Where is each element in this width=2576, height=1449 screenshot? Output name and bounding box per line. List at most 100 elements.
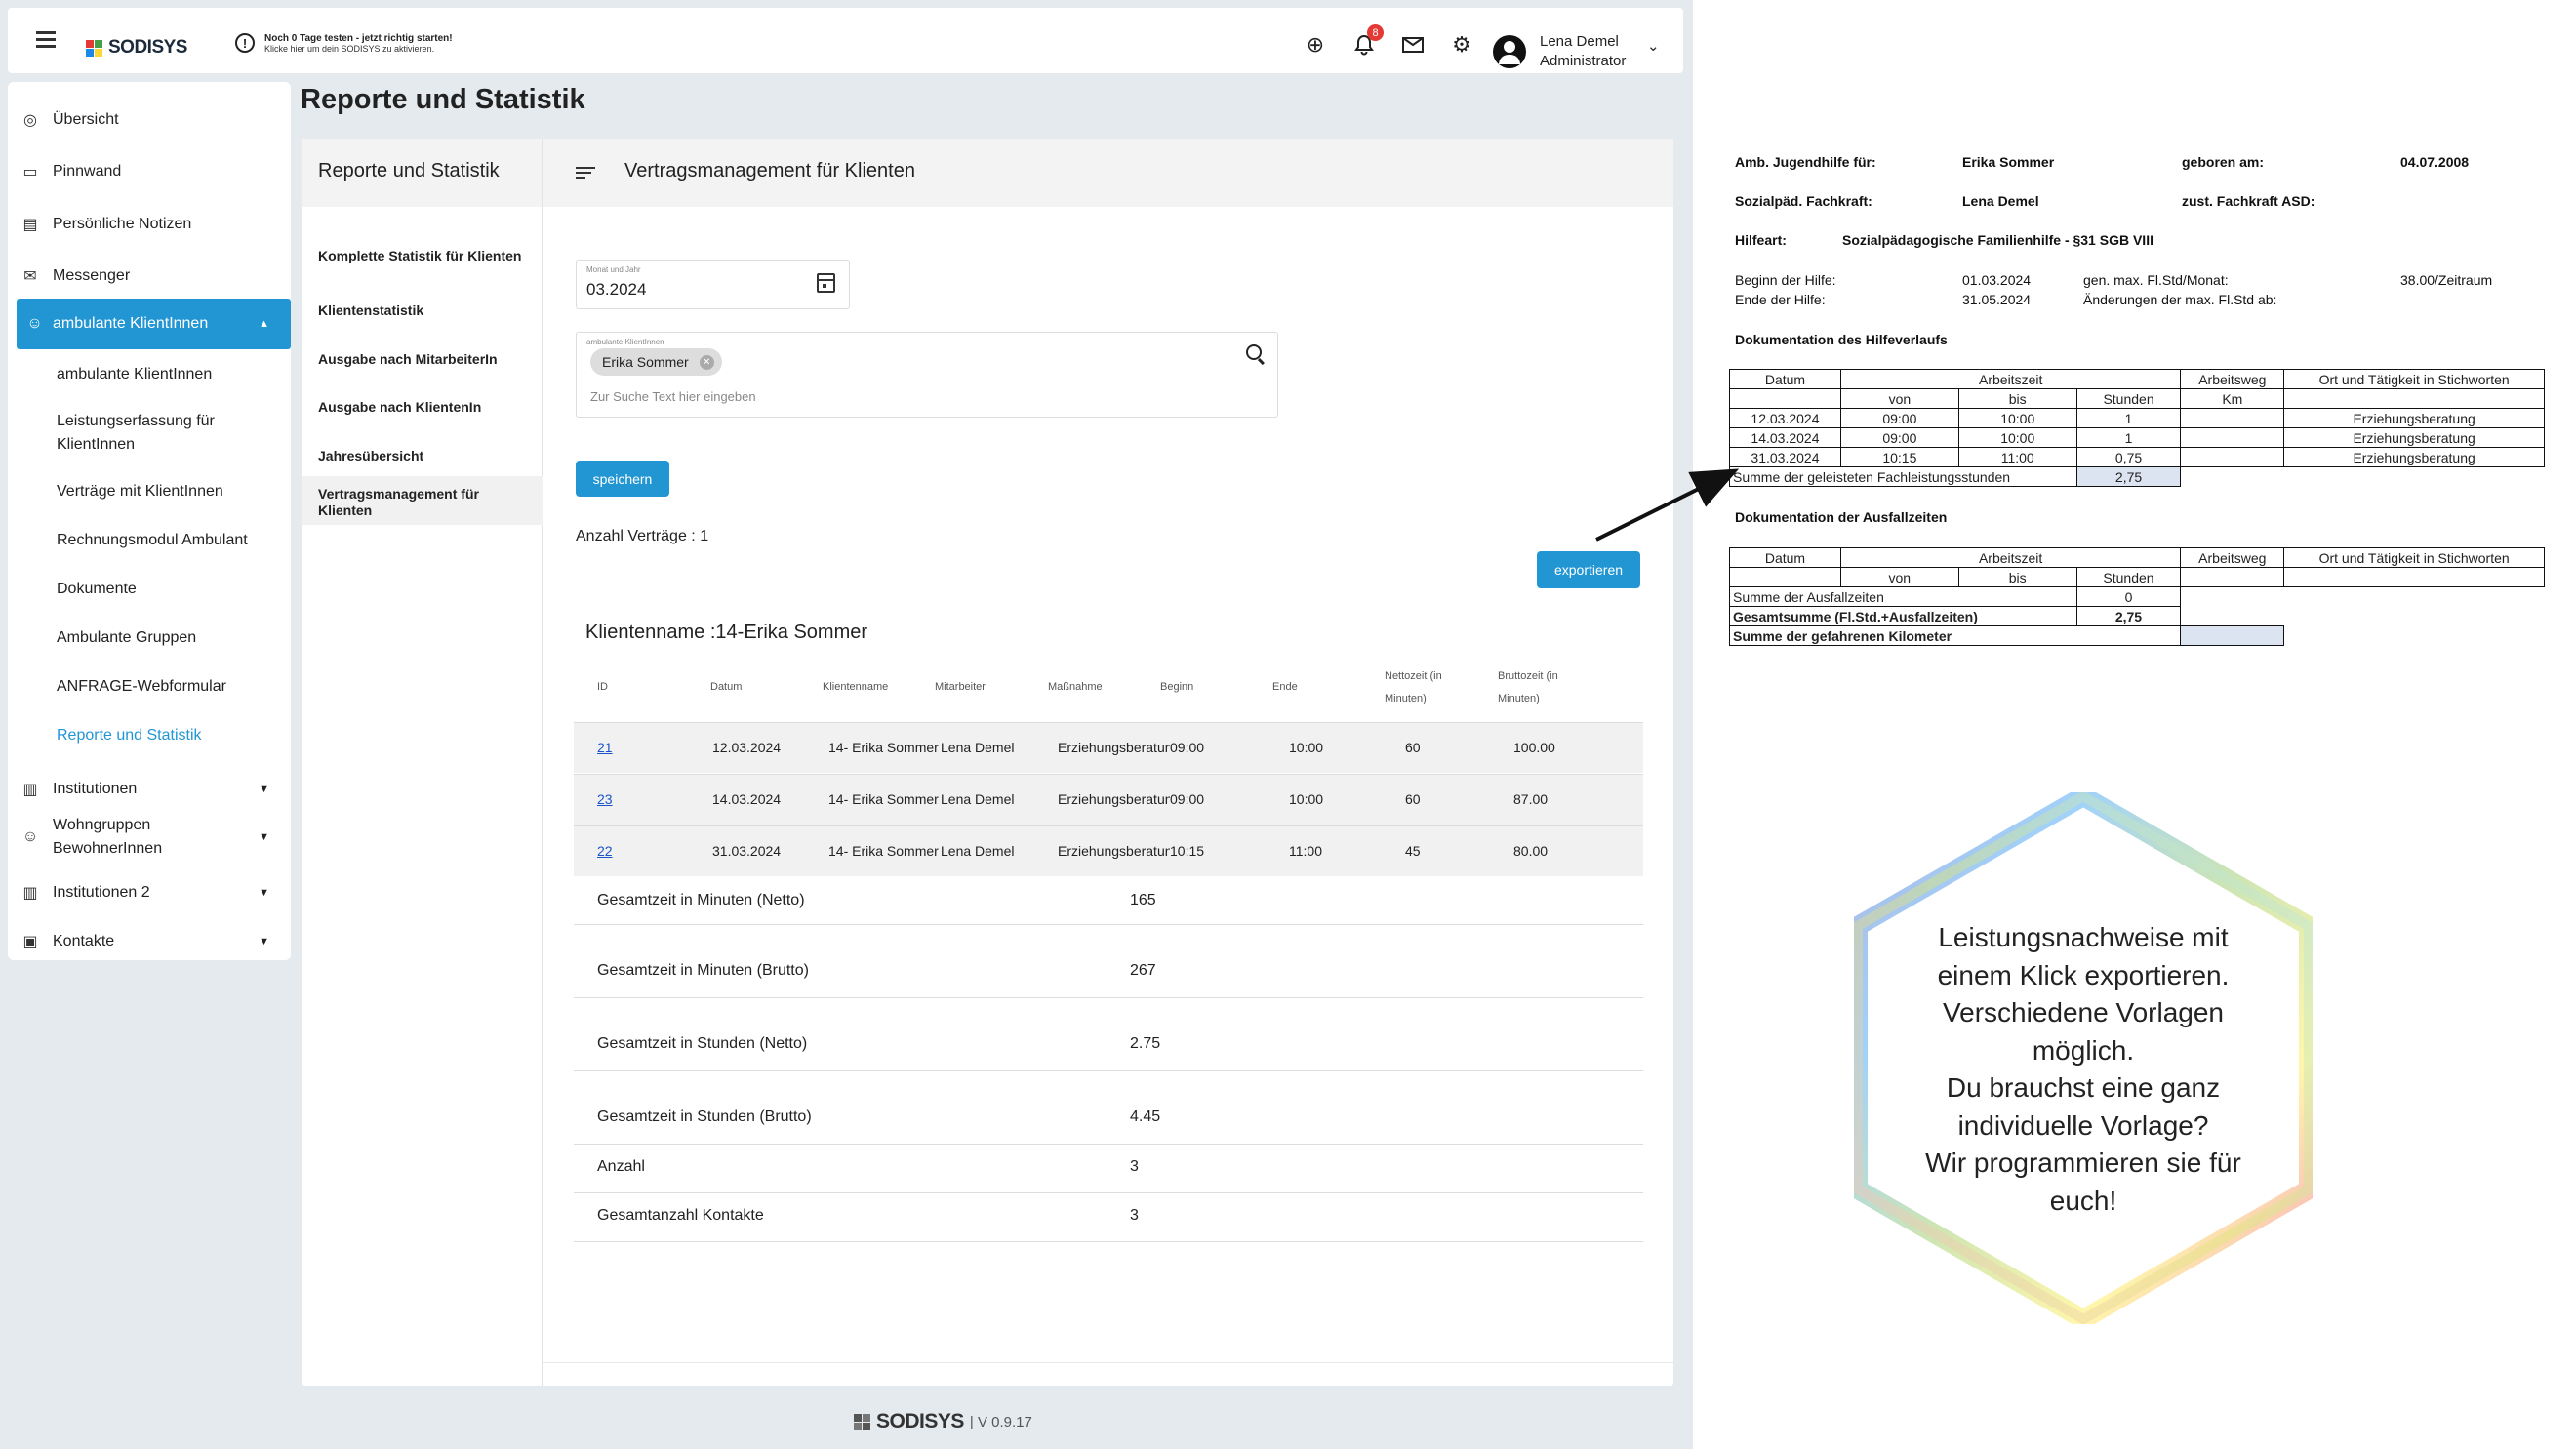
cell-gross: 87.00 xyxy=(1513,791,1549,807)
doc-sum-value: 2,75 xyxy=(2075,606,2182,626)
summary-row: Gesamtzeit in Stunden (Brutto) 4.45 xyxy=(574,1071,1643,1145)
sidebar-item-kontakte[interactable]: ▣ Kontakte ▼ xyxy=(8,927,291,956)
doc-sum-row: Summe der gefahrenen Kilometer xyxy=(1728,625,2545,646)
chevron-down-icon: ▼ xyxy=(259,784,269,795)
sidebar-sub-rechnungsmodul[interactable]: Rechnungsmodul Ambulant xyxy=(57,529,281,552)
sidebar-item-label: Wohngruppen BewohnerInnen xyxy=(53,817,163,857)
gear-icon[interactable]: ⚙ xyxy=(1450,32,1473,57)
smiley-icon: ☺ xyxy=(21,828,39,845)
doc-cell: Erziehungsberatung xyxy=(2283,427,2545,448)
search-icon[interactable] xyxy=(1246,344,1262,360)
export-button[interactable]: exportieren xyxy=(1537,551,1640,588)
contract-id-link[interactable]: 23 xyxy=(597,791,613,807)
doc-header: Arbeitsweg xyxy=(2180,369,2285,389)
doc-cell: 10:15 xyxy=(1839,447,1959,467)
doc-value: Erika Sommer xyxy=(1962,154,2055,170)
top-bar: SODISYS ! Noch 0 Tage testen - jetzt ric… xyxy=(8,8,1683,73)
doc-header: bis xyxy=(1957,388,2077,409)
sidebar-sub-leistungserfassung[interactable]: Leistungserfassung für KlientInnen xyxy=(57,410,281,457)
doc-hilfeverlauf-table: Datum Arbeitszeit Arbeitsweg Ort und Tät… xyxy=(1729,369,2545,487)
sidebar-item-institutionen[interactable]: ▥ Institutionen ▼ xyxy=(8,775,291,804)
client-chip[interactable]: Erika Sommer ✕ xyxy=(590,348,722,376)
chevron-down-icon[interactable]: ⌄ xyxy=(1647,37,1660,55)
cell-net: 45 xyxy=(1405,843,1421,859)
column-header: Ende xyxy=(1272,681,1298,693)
column-header: Datum xyxy=(710,681,743,693)
sidebar-item-label: Pinnwand xyxy=(53,163,122,180)
month-year-field[interactable]: Monat und Jahr 03.2024 xyxy=(576,260,850,309)
doc-label: Änderungen der max. Fl.Std ab: xyxy=(2083,292,2277,307)
doc-row: 12.03.2024 09:00 10:00 1 Erziehungsberat… xyxy=(1729,408,2545,428)
cell-employee: Lena Demel xyxy=(941,791,1015,807)
report-link-klientenstatistik[interactable]: Klientenstatistik xyxy=(318,302,533,319)
doc-cell: 10:00 xyxy=(1957,408,2077,428)
doc-sum-label: Gesamtsumme (Fl.Std.+Ausfallzeiten) xyxy=(1729,606,2077,626)
cell-client: 14- Erika Sommer xyxy=(828,791,939,807)
promo-line: Wir programmieren sie für xyxy=(1925,1147,2241,1178)
doc-header: Ort und Tätigkeit in Stichworten xyxy=(2283,547,2545,568)
sidebar-sub-ambulante-gruppen[interactable]: Ambulante Gruppen xyxy=(57,626,281,650)
sidebar-item-wohngruppen[interactable]: ☺ Wohngruppen BewohnerInnen ▼ xyxy=(8,814,291,861)
sidebar-sub-anfrage-webformular[interactable]: ANFRAGE-Webformular xyxy=(57,675,281,699)
report-link-komplette-statistik[interactable]: Komplette Statistik für Klienten xyxy=(318,248,533,264)
cell-end: 11:00 xyxy=(1289,843,1322,859)
mail-icon[interactable] xyxy=(1401,33,1425,57)
sidebar-item-ambulante-klientinnen[interactable]: ☺ ambulante KlientInnen ▲ xyxy=(17,299,291,349)
footer-version: | V 0.9.17 xyxy=(969,1413,1032,1430)
user-info[interactable]: Lena Demel Administrator xyxy=(1540,32,1626,71)
summary-label: Gesamtanzahl Kontakte xyxy=(597,1207,764,1224)
report-link-klientenin[interactable]: Ausgabe nach KlientenIn xyxy=(318,399,533,416)
trial-notice[interactable]: ! Noch 0 Tage testen - jetzt richtig sta… xyxy=(235,33,453,54)
add-circle-icon[interactable]: ⊕ xyxy=(1304,32,1327,57)
page-title: Reporte und Statistik xyxy=(301,84,585,115)
client-select-field[interactable]: ambulante KlientInnen Erika Sommer ✕ Zur… xyxy=(576,332,1278,418)
compass-icon: ◎ xyxy=(23,112,37,129)
sidebar-sub-dokumente[interactable]: Dokumente xyxy=(57,578,281,601)
report-link-vertragsmanagement[interactable]: Vertragsmanagement für Klienten xyxy=(302,476,543,525)
cell-gross: 80.00 xyxy=(1513,843,1549,859)
brand-logo[interactable]: SODISYS xyxy=(86,37,187,59)
doc-cell: Erziehungsberatung xyxy=(2283,408,2545,428)
brand-name: SODISYS xyxy=(108,37,187,58)
report-link-mitarbeiterin[interactable]: Ausgabe nach MitarbeiterIn xyxy=(318,351,533,368)
cell-end: 10:00 xyxy=(1289,791,1324,807)
cell-net: 60 xyxy=(1405,791,1421,807)
doc-value: Lena Demel xyxy=(1962,193,2039,209)
doc-sum-label: Summe der gefahrenen Kilometer xyxy=(1728,625,2182,646)
doc-label: gen. max. Fl.Std/Monat: xyxy=(2083,272,2229,288)
summary-label: Gesamtzeit in Minuten (Brutto) xyxy=(597,962,809,979)
report-list: Reporte und Statistik Komplette Statisti… xyxy=(302,139,543,1386)
search-input[interactable]: Zur Suche Text hier eingeben xyxy=(590,389,756,404)
calendar-icon[interactable] xyxy=(817,273,835,293)
sidebar-item-pinnwand[interactable]: ▭ Pinnwand xyxy=(8,157,291,186)
filter-icon[interactable] xyxy=(576,167,595,179)
sidebar-item-label: Institutionen xyxy=(53,781,138,797)
sidebar-sub-ambulante-klientinnen[interactable]: ambulante KlientInnen xyxy=(57,363,281,386)
save-button[interactable]: speichern xyxy=(576,461,669,497)
contract-id-link[interactable]: 22 xyxy=(597,843,613,859)
sidebar-item-institutionen-2[interactable]: ▥ Institutionen 2 ▼ xyxy=(8,878,291,907)
avatar[interactable] xyxy=(1493,35,1526,68)
sidebar-item-uebersicht[interactable]: ◎ Übersicht xyxy=(8,105,291,135)
promo-line: Du brauchst eine ganz xyxy=(1946,1072,2221,1103)
chevron-down-icon: ▼ xyxy=(259,831,269,843)
summary-row: Gesamtzeit in Minuten (Brutto) 267 xyxy=(574,925,1643,998)
doc-cell: 10:00 xyxy=(1957,427,2077,448)
report-link-jahresuebersicht[interactable]: Jahresübersicht xyxy=(318,448,533,464)
sidebar-sub-vertraege[interactable]: Verträge mit KlientInnen xyxy=(57,480,281,503)
column-header: Klientenname xyxy=(823,681,889,693)
sidebar-item-label: Kontakte xyxy=(53,933,115,949)
sidebar-item-notizen[interactable]: ▤ Persönliche Notizen xyxy=(8,210,291,239)
doc-cell: 1 xyxy=(2075,408,2182,428)
summary-value: 3 xyxy=(1130,1207,1139,1224)
doc-header: Arbeitszeit xyxy=(1839,369,2182,389)
menu-icon[interactable] xyxy=(36,31,56,48)
doc-header: Datum xyxy=(1729,547,1841,568)
sidebar: ◎ Übersicht ▭ Pinnwand ▤ Persönliche Not… xyxy=(8,82,291,960)
close-icon[interactable]: ✕ xyxy=(699,355,714,370)
bell-icon[interactable]: 8 xyxy=(1352,24,1384,57)
sidebar-item-messenger[interactable]: ✉ Messenger xyxy=(8,262,291,291)
contract-id-link[interactable]: 21 xyxy=(597,740,613,755)
sidebar-sub-reporte[interactable]: Reporte und Statistik xyxy=(57,724,281,747)
doc-value: 31.05.2024 xyxy=(1962,292,2032,307)
